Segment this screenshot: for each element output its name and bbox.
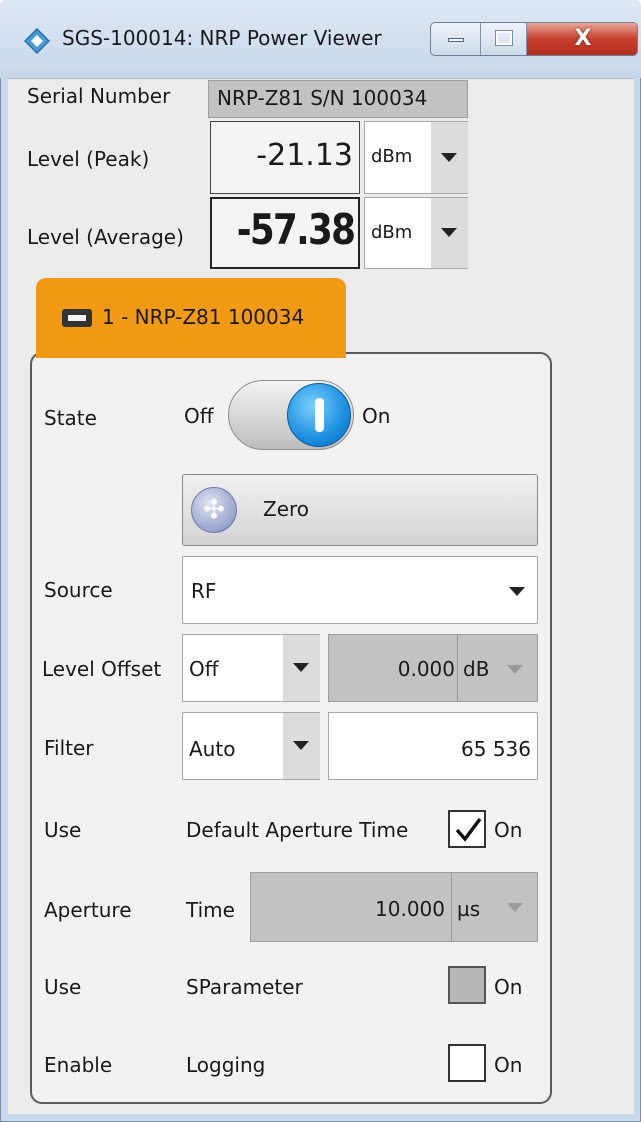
maximize-button[interactable] [481,23,527,55]
zero-button-label: Zero [263,497,310,521]
state-toggle[interactable] [228,380,354,450]
level-peak-display: -21.13 [210,121,360,194]
zero-button[interactable]: ✣ Zero [182,474,538,546]
tab-sensor-1[interactable]: 1 - NRP-Z81 100034 [36,278,346,358]
source-label: Source [44,578,113,602]
level-offset-mode: Off [189,657,219,681]
filter-value: 65 536 [461,737,531,761]
aperture-time-label: Time [186,898,235,922]
source-value: RF [191,579,217,603]
level-offset-label: Level Offset [42,657,162,681]
level-peak-label: Level (Peak) [27,147,150,171]
minimize-icon [448,38,464,42]
level-offset-value-field: 0.000 dB [328,634,538,702]
serial-number-value: NRP-Z81 S/N 100034 [217,86,428,110]
chevron-down-icon [509,587,525,596]
dropdown-button [431,122,468,193]
level-offset-unit: dB [463,657,490,681]
dropdown-button [431,198,468,268]
window-controls: X [430,22,638,56]
field-divider [451,873,452,941]
title-bar[interactable]: SGS-100014: NRP Power Viewer X [0,0,641,78]
minimize-button[interactable] [431,23,481,55]
aperture-unit: µs [457,897,481,921]
window-title: SGS-100014: NRP Power Viewer [62,26,382,50]
level-peak-value: -21.13 [256,138,353,173]
filter-value-input[interactable]: 65 536 [328,712,538,780]
use-sparam-on-label: On [494,975,523,999]
level-average-unit: dBm [371,222,413,243]
level-peak-unit: dBm [371,146,413,167]
close-button[interactable]: X [527,23,637,55]
use-aperture-label: Use [44,818,82,842]
state-label: State [44,406,97,430]
chevron-down-icon [507,665,523,674]
level-average-label: Level (Average) [27,225,184,249]
chevron-down-icon [441,228,457,237]
default-aperture-checkbox[interactable] [448,810,486,848]
chevron-down-icon [293,741,309,750]
source-select[interactable]: RF [182,556,538,624]
usb-icon [62,309,92,327]
use-aperture-text: Default Aperture Time [186,818,409,842]
enable-label: Enable [44,1053,113,1077]
close-icon: X [574,26,592,51]
app-icon [24,28,50,54]
sparameter-checkbox[interactable] [448,966,486,1004]
chevron-down-icon [441,153,457,162]
level-offset-mode-select[interactable]: Off [182,634,320,702]
chevron-down-icon [507,903,523,912]
level-average-unit-select[interactable]: dBm [364,197,468,269]
filter-label: Filter [44,736,94,760]
filter-mode-select[interactable]: Auto [182,712,320,780]
level-peak-unit-select[interactable]: dBm [364,121,468,194]
level-average-value: -57.38 [236,205,355,254]
usb-icon-port [68,315,86,321]
tab-label: 1 - NRP-Z81 100034 [102,305,305,329]
level-offset-value: 0.000 [397,657,455,681]
serial-number-field: NRP-Z81 S/N 100034 [208,80,468,118]
logging-checkbox[interactable] [448,1044,486,1082]
level-average-display: -57.38 [210,197,360,269]
maximize-icon [496,31,512,45]
serial-number-label: Serial Number [27,84,171,108]
aperture-value: 10.000 [375,897,445,921]
aperture-time-field: 10.000 µs [250,872,538,942]
enable-on-label: On [494,1053,523,1077]
power-icon-bar [315,398,324,432]
dropdown-button [283,635,320,701]
aperture-label: Aperture [44,898,132,922]
use-sparam-label: Use [44,975,82,999]
chevron-down-icon [293,663,309,672]
state-on-label: On [362,404,391,428]
power-icon [287,383,351,447]
use-sparam-text: SParameter [186,975,303,999]
zero-icon: ✣ [191,487,237,533]
filter-mode: Auto [189,737,236,761]
dropdown-button [283,713,320,779]
enable-logging-text: Logging [186,1053,266,1077]
checkmark-icon [455,817,482,842]
use-aperture-on-label: On [494,818,523,842]
field-divider [457,635,458,701]
state-off-label: Off [184,404,214,428]
